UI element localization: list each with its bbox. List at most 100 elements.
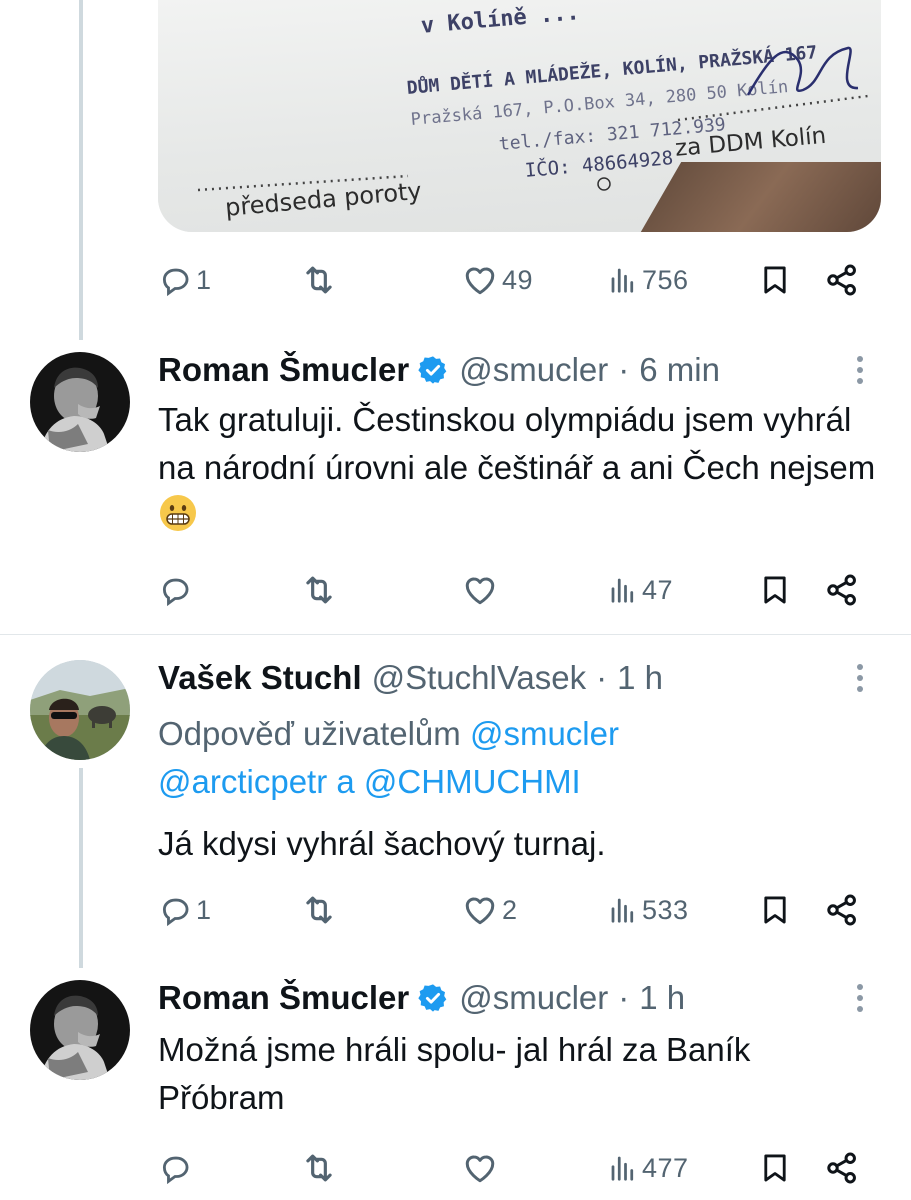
like-icon (465, 1155, 495, 1183)
like-icon (465, 267, 495, 295)
like-button[interactable]: 49 (462, 258, 533, 302)
like-count: 2 (502, 894, 518, 925)
avatar[interactable] (30, 980, 130, 1080)
tweet-text: Možná jsme hráli spolu- jal hrál za Baní… (158, 1026, 858, 1122)
mention-link[interactable]: @CHMUCHMI (364, 763, 581, 800)
avatar-image (30, 660, 130, 760)
share-button[interactable] (824, 568, 860, 612)
handle[interactable]: @smucler (459, 979, 608, 1017)
views-icon (611, 268, 634, 293)
reply-count: 1 (196, 264, 212, 295)
reply-button[interactable]: 1 (158, 888, 212, 932)
tweet-header: Roman Šmucler @smucler · 6 min (158, 348, 720, 392)
mention-link[interactable]: @smucler (470, 715, 619, 752)
tweet-divider (0, 634, 911, 635)
retweet-icon (306, 576, 332, 604)
views-button[interactable]: 756 (608, 258, 689, 302)
retweet-button[interactable] (300, 888, 338, 932)
verified-badge-icon (418, 984, 447, 1012)
retweet-icon (306, 896, 332, 924)
reply-button[interactable] (158, 1146, 196, 1190)
more-icon (857, 664, 863, 670)
more-button[interactable] (852, 656, 868, 700)
views-count: 47 (642, 574, 674, 605)
like-button[interactable] (462, 568, 502, 612)
share-button[interactable] (824, 888, 860, 932)
separator: · (596, 659, 608, 696)
avatar[interactable] (30, 660, 130, 760)
reply-icon (162, 268, 189, 297)
action-bar-tweet-3: 477 (158, 1146, 878, 1190)
reply-conjunction: a (336, 763, 355, 800)
share-icon (827, 574, 856, 606)
reply-count: 1 (196, 894, 212, 925)
verified-badge (417, 982, 449, 1014)
display-name[interactable]: Vašek Stuchl (158, 659, 362, 697)
views-button[interactable]: 533 (608, 888, 689, 932)
more-button[interactable] (852, 348, 868, 392)
tweet-text-content: Já kdysi vyhrál šachový turnaj. (158, 825, 606, 862)
tweet-photo[interactable]: v Kolíně ... DŮM DĚTÍ A MLÁDEŽE, KOLÍN, … (158, 0, 881, 232)
verified-badge-icon (418, 356, 447, 384)
photo-dotted-lines (197, 46, 869, 192)
more-icon (857, 356, 863, 362)
bookmark-button[interactable] (758, 888, 792, 932)
bookmark-button[interactable] (758, 258, 792, 302)
timestamp[interactable]: 6 min (639, 351, 720, 389)
thread-line-top (79, 0, 83, 340)
views-icon (611, 578, 634, 603)
share-icon (827, 894, 856, 926)
display-name[interactable]: Roman Šmucler (158, 351, 409, 389)
timestamp[interactable]: 1 h (639, 979, 685, 1017)
views-button[interactable]: 47 (608, 568, 673, 612)
bookmark-button[interactable] (758, 568, 792, 612)
action-bar-tweet-1: 47 (158, 568, 878, 612)
reply-button[interactable] (158, 568, 196, 612)
retweet-button[interactable] (300, 258, 338, 302)
bookmark-button[interactable] (758, 1146, 792, 1190)
share-button[interactable] (824, 1146, 860, 1190)
handle[interactable]: @StuchlVasek (372, 659, 586, 697)
reply-icon (162, 1156, 189, 1185)
thread-line-middle (79, 768, 83, 968)
share-icon (827, 1152, 856, 1184)
like-button[interactable] (462, 1146, 502, 1190)
avatar[interactable] (30, 352, 130, 452)
retweet-icon (306, 1154, 332, 1182)
like-icon (465, 897, 495, 925)
more-button[interactable] (852, 976, 868, 1020)
retweet-icon (306, 266, 332, 294)
reply-icon (162, 578, 189, 607)
views-count: 533 (642, 894, 689, 925)
tweet-text: Tak gratuluji. Čestinskou olympiádu jsem… (158, 396, 888, 540)
action-bar-tweet-2: 1 2 533 (158, 888, 878, 932)
separator: · (618, 351, 630, 388)
views-icon (611, 1156, 634, 1181)
timestamp[interactable]: 1 h (617, 659, 663, 697)
tweet-header: Roman Šmucler @smucler · 1 h (158, 976, 685, 1020)
bookmark-icon (764, 266, 786, 294)
reply-button[interactable]: 1 (158, 258, 212, 302)
bookmark-icon (764, 896, 786, 924)
separator: · (618, 979, 630, 1016)
like-button[interactable]: 2 (462, 888, 518, 932)
share-button[interactable] (824, 258, 860, 302)
views-count: 477 (642, 1152, 689, 1183)
like-icon (465, 577, 495, 605)
reply-icon (162, 898, 189, 927)
views-count: 756 (642, 264, 689, 295)
tweet-text: Já kdysi vyhrál šachový turnaj. (158, 820, 888, 868)
action-bar-photo-tweet: 1 49 756 (158, 258, 878, 302)
avatar-image (30, 980, 130, 1080)
display-name[interactable]: Roman Šmucler (158, 979, 409, 1017)
retweet-button[interactable] (300, 1146, 338, 1190)
grinning-face-emoji (160, 495, 196, 531)
avatar-image (30, 352, 130, 452)
tweet-header: Vašek Stuchl @StuchlVasek · 1 h (158, 656, 663, 700)
views-button[interactable]: 477 (608, 1146, 689, 1190)
retweet-button[interactable] (300, 568, 338, 612)
bookmark-icon (764, 1154, 786, 1182)
views-icon (611, 898, 634, 923)
handle[interactable]: @smucler (459, 351, 608, 389)
mention-link[interactable]: @arcticpetr (158, 763, 327, 800)
